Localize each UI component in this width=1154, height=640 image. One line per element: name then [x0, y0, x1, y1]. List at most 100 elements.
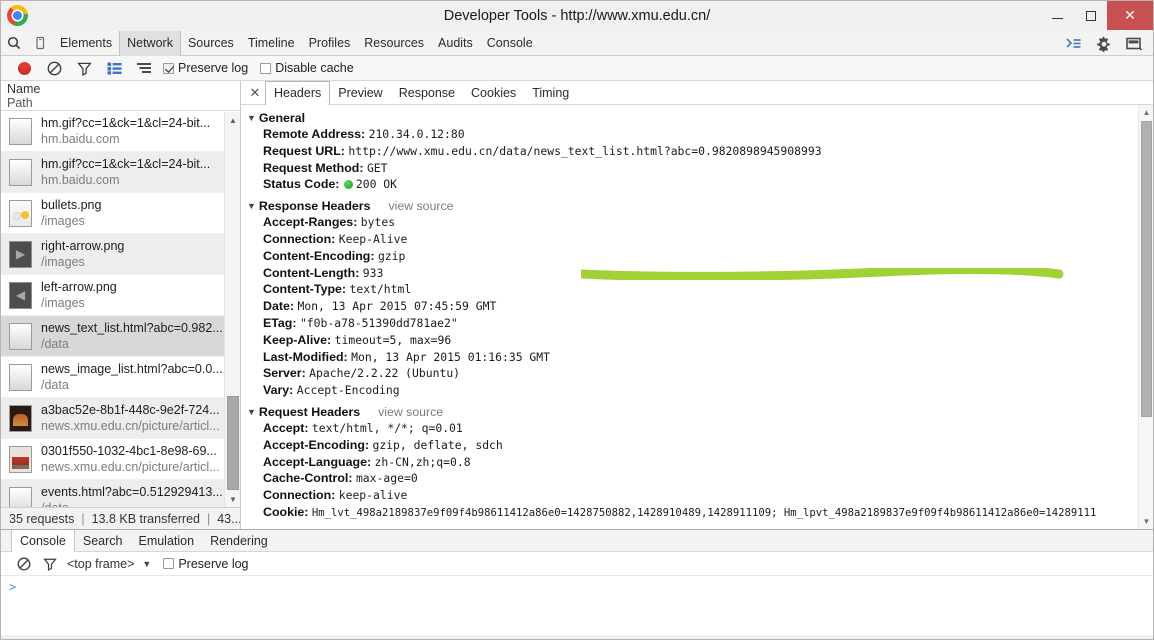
devtools-tabs: Elements Network Sources Timeline Profil… [53, 30, 540, 56]
header-row: Connection: Keep-Alive [247, 231, 1153, 248]
tab-headers[interactable]: Headers [265, 80, 331, 105]
table-row-selected[interactable]: news_text_list.html?abc=0.982... /data [1, 316, 240, 357]
small-rows-button[interactable] [129, 56, 159, 80]
console-preserve-log-checkbox[interactable]: Preserve log [163, 556, 249, 571]
gear-icon[interactable] [1089, 31, 1119, 56]
requests-scrollbar[interactable]: ▲ ▼ [224, 112, 240, 507]
scroll-up-icon[interactable]: ▲ [225, 112, 241, 128]
large-rows-button[interactable] [99, 56, 129, 80]
header-key: Accept-Encoding: [263, 437, 370, 452]
header-key: Connection: [263, 231, 336, 246]
request-count: 35 requests [9, 511, 75, 526]
tab-timeline[interactable]: Timeline [241, 31, 302, 56]
tab-response[interactable]: Response [391, 82, 463, 104]
network-toolbar: Preserve log Disable cache [1, 56, 1153, 81]
header-row: Connection: keep-alive [247, 487, 1153, 504]
scroll-up-icon[interactable]: ▲ [1139, 105, 1154, 120]
tab-search[interactable]: Search [75, 530, 131, 552]
request-headers-section-header[interactable]: ▼ Request Headers view source [247, 405, 1153, 419]
tab-emulation[interactable]: Emulation [130, 530, 202, 552]
header-key: Connection: [263, 488, 336, 503]
clear-button[interactable] [39, 56, 69, 80]
header-key: Content-Encoding: [263, 248, 375, 263]
table-row[interactable]: hm.gif?cc=1&ck=1&cl=24-bit... hm.baidu.c… [1, 111, 240, 152]
view-source-link[interactable]: view source [389, 199, 454, 213]
scroll-down-icon[interactable]: ▼ [1139, 514, 1154, 529]
status-separator: | [206, 511, 211, 526]
tab-resources[interactable]: Resources [357, 31, 431, 56]
clear-console-icon[interactable] [11, 553, 37, 575]
header-row: Content-Length: 933 [247, 265, 1153, 282]
scrollbar-thumb[interactable] [1141, 121, 1152, 417]
tab-sources[interactable]: Sources [181, 31, 241, 56]
preserve-log-checkbox[interactable]: Preserve log [163, 61, 248, 75]
document-thumb-icon [9, 117, 32, 145]
tab-audits[interactable]: Audits [431, 31, 480, 56]
devtools-tab-strip: Elements Network Sources Timeline Profil… [1, 30, 1153, 56]
request-path: /data [41, 337, 69, 351]
scrollbar-thumb[interactable] [227, 396, 239, 490]
request-name: hm.gif?cc=1&ck=1&cl=24-bit... [41, 157, 211, 171]
tab-profiles[interactable]: Profiles [302, 31, 358, 56]
device-mode-icon[interactable] [27, 31, 53, 56]
table-row[interactable]: ◀ left-arrow.png /images [1, 275, 240, 316]
table-row[interactable]: bullets.png /images [1, 193, 240, 234]
preserve-log-box[interactable] [163, 62, 174, 74]
console-drawer: Console Search Emulation Rendering <top … [1, 529, 1153, 635]
view-source-link[interactable]: view source [378, 405, 443, 419]
tab-timing[interactable]: Timing [524, 82, 577, 104]
tab-elements[interactable]: Elements [53, 31, 119, 56]
maximize-button[interactable] [1074, 1, 1107, 30]
response-headers-section-header[interactable]: ▼ Response Headers view source [247, 199, 1153, 213]
request-url-value[interactable]: http://www.xmu.edu.cn/data/news_text_lis… [348, 144, 821, 158]
tab-preview[interactable]: Preview [330, 82, 390, 104]
filter-icon[interactable] [37, 553, 63, 575]
requests-column-header[interactable]: Name Path [1, 81, 240, 111]
headers-scrollbar[interactable]: ▲ ▼ [1138, 105, 1153, 529]
status-ok-icon [343, 180, 353, 190]
table-row[interactable]: hm.gif?cc=1&ck=1&cl=24-bit... hm.baidu.c… [1, 152, 240, 193]
window-title: Developer Tools - http://www.xmu.edu.cn/ [443, 8, 711, 24]
header-row: Accept-Ranges: bytes [247, 214, 1153, 231]
header-key: Keep-Alive: [263, 332, 332, 347]
console-prompt-row[interactable]: > [1, 576, 1153, 635]
frame-selector[interactable]: <top frame> ▼ [67, 557, 151, 571]
header-row: Vary: Accept-Encoding [247, 382, 1153, 399]
right-arrow-thumb-icon: ▶ [9, 240, 32, 268]
disable-cache-checkbox[interactable]: Disable cache [260, 61, 354, 75]
filter-button[interactable] [69, 56, 99, 80]
detail-panel: ✕ Headers Preview Response Cookies Timin… [241, 80, 1153, 529]
table-row[interactable]: events.html?abc=0.512929413... /data [1, 480, 240, 507]
header-key: Cache-Control: [263, 471, 353, 486]
tab-network[interactable]: Network [119, 30, 181, 56]
header-key: ETag: [263, 315, 297, 330]
console-preserve-log-box[interactable] [163, 558, 175, 569]
disable-cache-box[interactable] [260, 62, 272, 74]
requests-list[interactable]: hm.gif?cc=1&ck=1&cl=24-bit... hm.baidu.c… [1, 111, 240, 507]
tab-cookies[interactable]: Cookies [463, 82, 524, 104]
dock-window-icon[interactable] [1119, 31, 1149, 56]
general-section-header[interactable]: ▼ General [247, 111, 1153, 125]
tab-rendering[interactable]: Rendering [202, 530, 276, 552]
record-button[interactable] [9, 56, 39, 80]
close-button[interactable]: ✕ [1107, 1, 1153, 30]
table-row[interactable]: a3bac52e-8b1f-448c-9e2f-724... news.xmu.… [1, 398, 240, 439]
drawer-toggle-icon[interactable] [1059, 31, 1089, 56]
header-value: Mon, 13 Apr 2015 01:16:35 GMT [351, 349, 550, 364]
column-path-label: Path [7, 96, 33, 110]
table-row[interactable]: news_image_list.html?abc=0.0... /data [1, 357, 240, 398]
header-key: Date: [263, 299, 294, 314]
console-preserve-log-label: Preserve log [178, 556, 249, 571]
close-icon[interactable]: ✕ [245, 82, 265, 104]
minimize-button[interactable] [1041, 1, 1074, 30]
header-row: ETag: "f0b-a78-51390dd781ae2" [247, 315, 1153, 332]
scroll-down-icon[interactable]: ▼ [225, 491, 241, 507]
tab-console[interactable]: Console [480, 31, 540, 56]
table-row[interactable]: 0301f550-1032-4bc1-8e98-69... news.xmu.e… [1, 439, 240, 480]
header-value: 933 [362, 265, 384, 280]
request-path: hm.baidu.com [41, 173, 120, 187]
search-icon[interactable] [1, 31, 27, 56]
table-row[interactable]: ▶ right-arrow.png /images [1, 234, 240, 275]
tab-console[interactable]: Console [11, 529, 75, 552]
cookie-value: Hm_lvt_498a2189837e9f09f4b98611412a86e0=… [311, 506, 1097, 519]
